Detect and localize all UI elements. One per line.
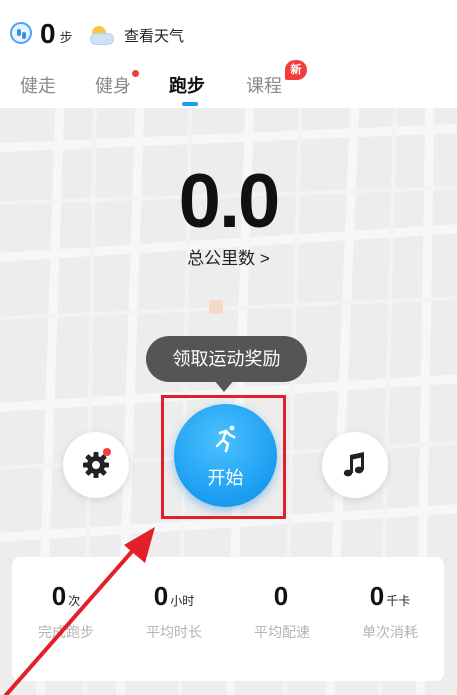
fitness-notification-dot — [132, 70, 139, 77]
steps-unit: 步 — [59, 30, 73, 45]
stat-average-pace: 0 平均配速 — [228, 581, 336, 642]
weather-label: 查看天气 — [124, 28, 185, 45]
stat-label: 单次消耗 — [362, 624, 418, 640]
tooltip-tail — [214, 380, 234, 392]
courses-new-badge: 新 — [285, 60, 307, 80]
step-counter[interactable]: 0 步 — [10, 20, 73, 48]
stat-value: 0 — [273, 581, 289, 611]
stat-unit: 次 — [68, 594, 81, 608]
stat-average-duration: 0 小时 平均时长 — [120, 581, 228, 642]
stat-unit: 小时 — [170, 594, 195, 608]
tab-running[interactable]: 跑步 — [169, 72, 205, 98]
tab-walking[interactable]: 健走 — [20, 72, 56, 98]
stats-card: 0次 完成跑步 0 小时 平均时长 0 平均配速 0 千卡 单次消耗 — [12, 557, 444, 681]
total-distance-value: 0.0 — [178, 159, 281, 244]
stat-label: 平均配速 — [254, 624, 310, 640]
stat-value: 0 — [51, 581, 67, 611]
tab-courses[interactable]: 课程 — [246, 72, 282, 98]
top-bar: 0 步 查看天气 — [0, 0, 457, 64]
tab-fitness[interactable]: 健身 — [95, 72, 131, 98]
weather-button[interactable]: 查看天气 — [88, 25, 184, 46]
steps-value: 0 — [40, 18, 56, 49]
reward-tooltip[interactable]: 领取运动奖励 — [146, 336, 307, 382]
annotation-highlight-box — [161, 395, 286, 519]
music-note-icon — [343, 452, 364, 477]
step-counter-icon — [10, 22, 32, 44]
active-tab-indicator — [182, 102, 198, 106]
stat-calories-per-run: 0 千卡 单次消耗 — [336, 581, 444, 642]
stat-unit: 千卡 — [386, 594, 411, 608]
settings-button[interactable] — [63, 432, 129, 498]
settings-notification-dot — [103, 448, 111, 456]
partly-cloudy-icon — [88, 25, 116, 46]
tab-bar: 健走 健身 跑步 课程 — [0, 64, 457, 108]
stat-completed-runs: 0次 完成跑步 — [12, 581, 120, 642]
stat-label: 完成跑步 — [38, 624, 94, 640]
total-distance-link[interactable]: 总公里数 > — [0, 244, 457, 269]
stat-value: 0 — [369, 581, 385, 611]
music-button[interactable] — [322, 432, 388, 498]
stat-label: 平均时长 — [146, 624, 202, 640]
stat-value: 0 — [153, 581, 169, 611]
